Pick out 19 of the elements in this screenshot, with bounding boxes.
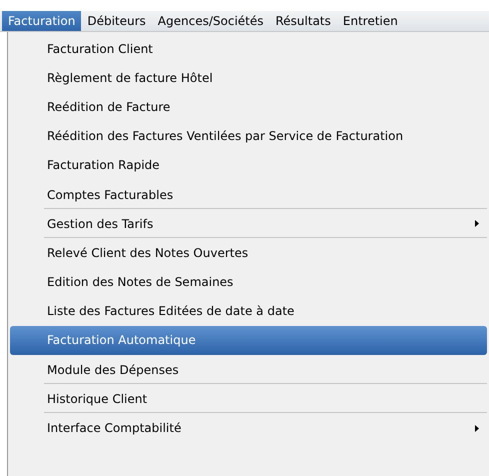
menu-item[interactable]: Gestion des Tarifs [10,209,487,238]
menu-bar-item[interactable]: Débiteurs [81,11,152,31]
menu-item[interactable]: Règlement de facture Hôtel [10,63,487,92]
menu-item[interactable]: Reédition de Facture [10,92,487,122]
menu-item[interactable]: Edition des Notes de Semaines [10,268,487,297]
menu-bar-item[interactable]: Facturation [2,11,82,31]
menu-item[interactable]: Relevé Client des Notes Ouvertes [10,238,487,268]
menu-item[interactable]: Historique Client [10,384,487,414]
menu-item[interactable]: Facturation Rapide [10,150,487,180]
menu-item[interactable]: Module des Dépenses [10,355,487,384]
menu-item[interactable]: Facturation Automatique [10,326,487,356]
menu-item[interactable]: Réédition des Factures Ventilées par Service de Facturation [10,122,487,151]
menu-bar-item[interactable]: Entretien [336,11,404,31]
menu-item[interactable]: Interface Comptabilité [10,413,487,443]
menu-item[interactable]: Comptes Facturables [10,180,487,210]
menu-item[interactable]: Facturation Client [10,34,487,64]
menu-item[interactable]: Liste des Factures Editées de date à date [10,296,487,326]
menu-bar-item[interactable]: Agences/Sociétés [152,11,270,31]
menu-bar-item[interactable]: Résultats [270,11,337,31]
